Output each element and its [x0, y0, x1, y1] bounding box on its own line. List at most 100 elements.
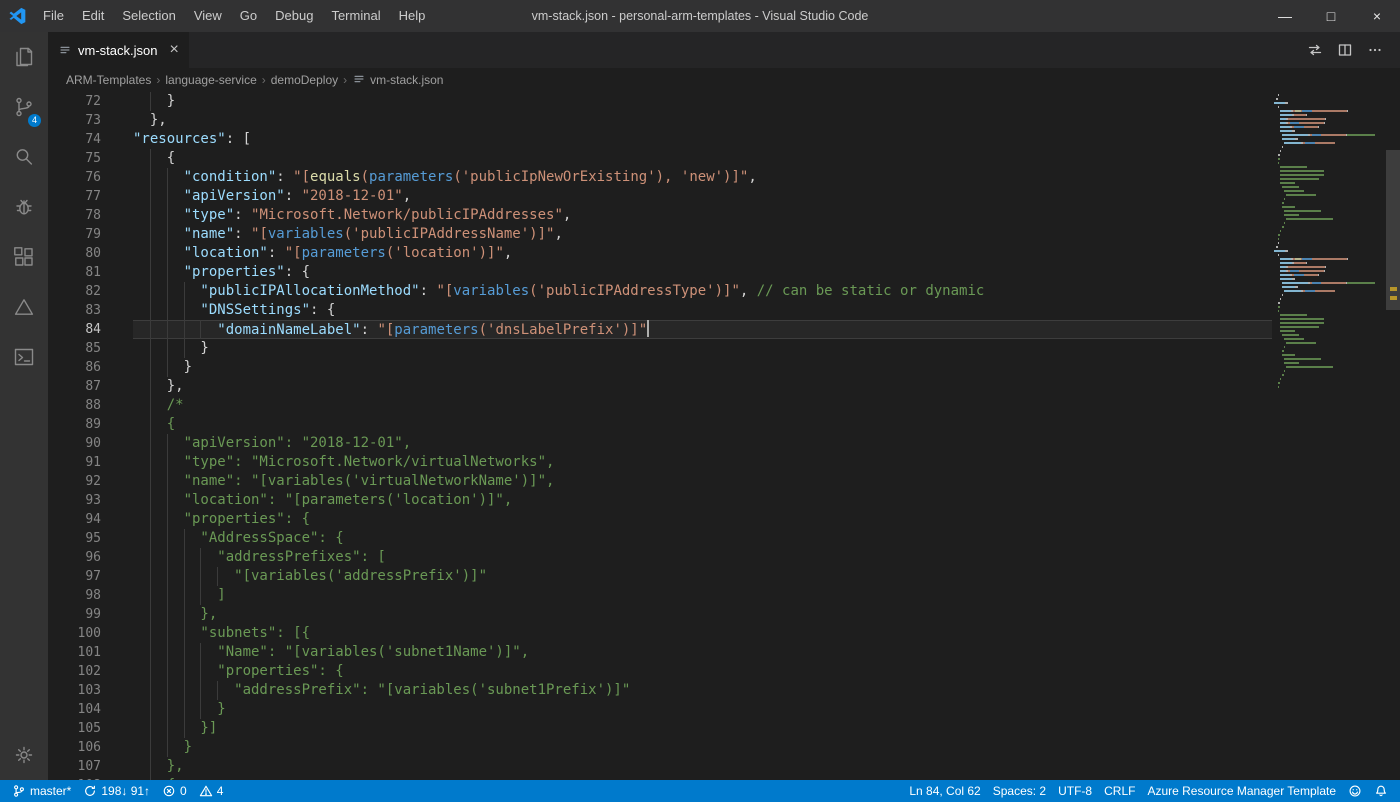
- line-number[interactable]: 86: [48, 358, 101, 377]
- line-number[interactable]: 101: [48, 643, 101, 662]
- debug-icon[interactable]: [0, 182, 48, 232]
- line-number[interactable]: 93: [48, 491, 101, 510]
- breadcrumb-item[interactable]: demoDeploy: [270, 73, 339, 87]
- code-line[interactable]: 103 "addressPrefix": "[variables('subnet…: [48, 681, 1272, 700]
- status-notifications[interactable]: [1368, 780, 1394, 802]
- minimap[interactable]: [1274, 94, 1386, 390]
- line-number[interactable]: 81: [48, 263, 101, 282]
- breadcrumb-item[interactable]: language-service: [164, 73, 257, 87]
- menu-item-debug[interactable]: Debug: [266, 0, 322, 32]
- line-number[interactable]: 91: [48, 453, 101, 472]
- tab-close-icon[interactable]: ×: [169, 42, 178, 58]
- code-line[interactable]: 88 /*: [48, 396, 1272, 415]
- line-number[interactable]: 100: [48, 624, 101, 643]
- line-number[interactable]: 76: [48, 168, 101, 187]
- line-number[interactable]: 103: [48, 681, 101, 700]
- menu-item-edit[interactable]: Edit: [73, 0, 113, 32]
- line-number[interactable]: 90: [48, 434, 101, 453]
- code-line[interactable]: 95 "AddressSpace": {: [48, 529, 1272, 548]
- menu-item-file[interactable]: File: [34, 0, 73, 32]
- code-line[interactable]: 104 }: [48, 700, 1272, 719]
- code-line[interactable]: 77 "apiVersion": "2018-12-01",: [48, 187, 1272, 206]
- code-line[interactable]: 72 }: [48, 92, 1272, 111]
- minimize-button[interactable]: —: [1262, 0, 1308, 32]
- code-area[interactable]: 72 }73 },74"resources": [75 {76 "conditi…: [48, 92, 1272, 780]
- source-control-icon[interactable]: 4: [0, 82, 48, 132]
- menu-item-go[interactable]: Go: [231, 0, 266, 32]
- code-line[interactable]: 76 "condition": "[equals(parameters('pub…: [48, 168, 1272, 187]
- code-line[interactable]: 100 "subnets": [{: [48, 624, 1272, 643]
- line-number[interactable]: 78: [48, 206, 101, 225]
- line-number[interactable]: 77: [48, 187, 101, 206]
- breadcrumb-item[interactable]: vm-stack.json: [351, 72, 444, 89]
- line-number[interactable]: 73: [48, 111, 101, 130]
- line-number[interactable]: 83: [48, 301, 101, 320]
- code-line[interactable]: 89 {: [48, 415, 1272, 434]
- line-number[interactable]: 84: [48, 320, 101, 339]
- line-number[interactable]: 99: [48, 605, 101, 624]
- tab-vm-stack-json[interactable]: vm-stack.json ×: [48, 32, 189, 68]
- explorer-icon[interactable]: [0, 32, 48, 82]
- line-number[interactable]: 75: [48, 149, 101, 168]
- status-encoding[interactable]: UTF-8: [1052, 780, 1098, 802]
- line-number[interactable]: 74: [48, 130, 101, 149]
- status-cursor-position[interactable]: Ln 84, Col 62: [903, 780, 986, 802]
- line-number[interactable]: 79: [48, 225, 101, 244]
- code-line[interactable]: 90 "apiVersion": "2018-12-01",: [48, 434, 1272, 453]
- line-number[interactable]: 107: [48, 757, 101, 776]
- editor-scrollbar[interactable]: [1386, 150, 1400, 310]
- code-line[interactable]: 101 "Name": "[variables('subnet1Name')]"…: [48, 643, 1272, 662]
- status-eol[interactable]: CRLF: [1098, 780, 1141, 802]
- line-number[interactable]: 105: [48, 719, 101, 738]
- code-line[interactable]: 96 "addressPrefixes": [: [48, 548, 1272, 567]
- azure-icon[interactable]: [0, 282, 48, 332]
- code-line[interactable]: 94 "properties": {: [48, 510, 1272, 529]
- code-line[interactable]: 74"resources": [: [48, 130, 1272, 149]
- line-number[interactable]: 95: [48, 529, 101, 548]
- menu-item-help[interactable]: Help: [390, 0, 435, 32]
- search-icon[interactable]: [0, 132, 48, 182]
- menu-item-selection[interactable]: Selection: [113, 0, 184, 32]
- code-line[interactable]: 80 "location": "[parameters('location')]…: [48, 244, 1272, 263]
- code-line[interactable]: 92 "name": "[variables('virtualNetworkNa…: [48, 472, 1272, 491]
- line-number[interactable]: 89: [48, 415, 101, 434]
- code-line[interactable]: 75 {: [48, 149, 1272, 168]
- code-line[interactable]: 73 },: [48, 111, 1272, 130]
- code-line[interactable]: 82 "publicIPAllocationMethod": "[variabl…: [48, 282, 1272, 301]
- code-line[interactable]: 81 "properties": {: [48, 263, 1272, 282]
- code-line[interactable]: 87 },: [48, 377, 1272, 396]
- remote-terminal-icon[interactable]: [0, 332, 48, 382]
- code-line[interactable]: 98 ]: [48, 586, 1272, 605]
- line-number[interactable]: 92: [48, 472, 101, 491]
- line-number[interactable]: 80: [48, 244, 101, 263]
- breadcrumb-item[interactable]: ARM-Templates: [65, 73, 152, 87]
- code-line[interactable]: 83 "DNSSettings": {: [48, 301, 1272, 320]
- code-line[interactable]: 105 }]: [48, 719, 1272, 738]
- editor[interactable]: 72 }73 },74"resources": [75 {76 "conditi…: [48, 92, 1400, 780]
- line-number[interactable]: 72: [48, 92, 101, 111]
- status-feedback[interactable]: [1342, 780, 1368, 802]
- code-line[interactable]: 86 }: [48, 358, 1272, 377]
- code-line[interactable]: 106 }: [48, 738, 1272, 757]
- settings-gear-icon[interactable]: [0, 730, 48, 780]
- code-line[interactable]: 107 },: [48, 757, 1272, 776]
- line-number[interactable]: 106: [48, 738, 101, 757]
- maximize-button[interactable]: □: [1308, 0, 1354, 32]
- code-line[interactable]: 108 {: [48, 776, 1272, 780]
- line-number[interactable]: 82: [48, 282, 101, 301]
- code-line[interactable]: 102 "properties": {: [48, 662, 1272, 681]
- code-line[interactable]: 99 },: [48, 605, 1272, 624]
- status-warnings[interactable]: 4: [193, 780, 230, 802]
- status-branch[interactable]: master*: [6, 780, 77, 802]
- code-line[interactable]: 85 }: [48, 339, 1272, 358]
- line-number[interactable]: 85: [48, 339, 101, 358]
- code-line[interactable]: 93 "location": "[parameters('location')]…: [48, 491, 1272, 510]
- status-indentation[interactable]: Spaces: 2: [987, 780, 1052, 802]
- close-button[interactable]: ×: [1354, 0, 1400, 32]
- line-number[interactable]: 104: [48, 700, 101, 719]
- split-editor-icon[interactable]: [1330, 32, 1360, 68]
- menu-item-view[interactable]: View: [185, 0, 231, 32]
- more-actions-icon[interactable]: [1360, 32, 1390, 68]
- line-number[interactable]: 97: [48, 567, 101, 586]
- status-errors[interactable]: 0: [156, 780, 193, 802]
